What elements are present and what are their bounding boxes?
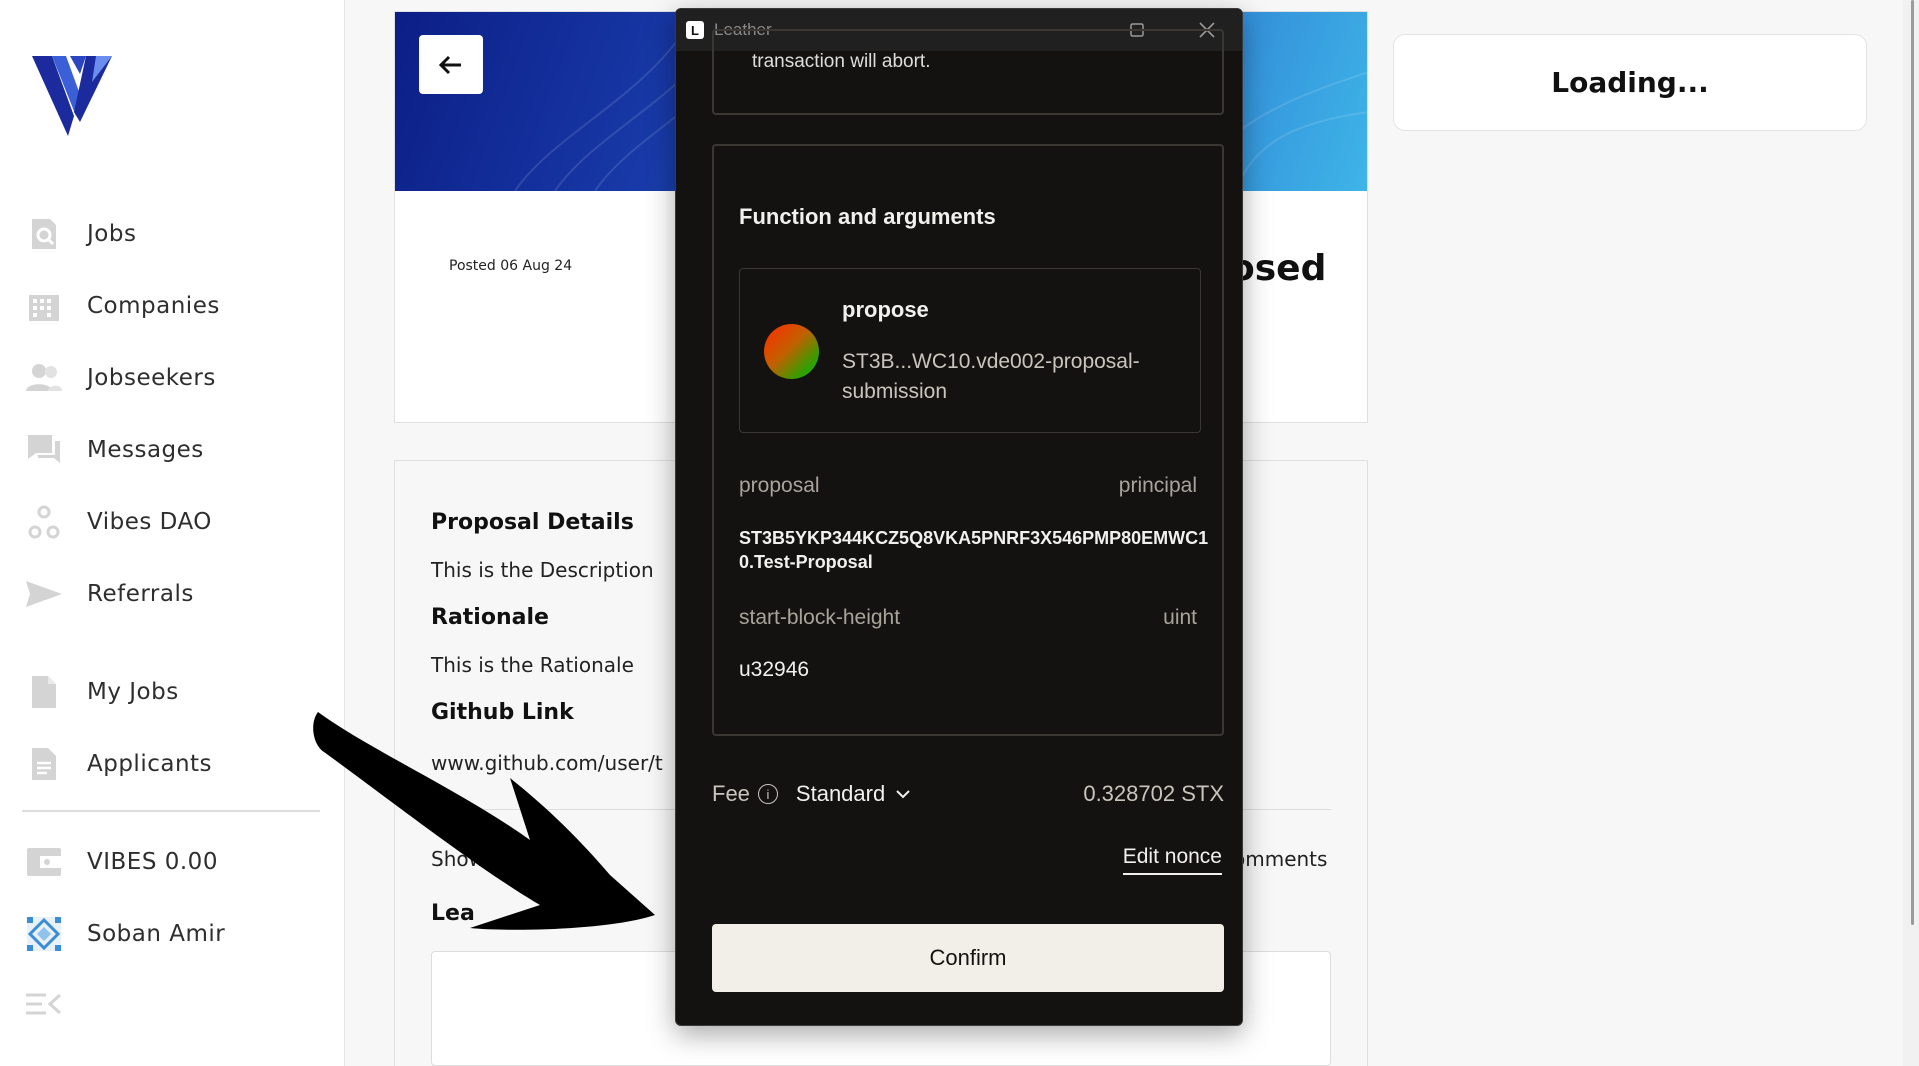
sidebar-item-referrals[interactable]: Referrals: [26, 572, 194, 616]
fee-amount: 0.328702 STX: [1083, 781, 1224, 806]
sidebar-item-profile[interactable]: Soban Amir: [26, 912, 225, 956]
arrow-left-icon: [439, 55, 461, 74]
rationale-heading: Rationale: [431, 605, 549, 630]
rationale-text: This is the Rationale: [431, 653, 634, 677]
edit-nonce-link[interactable]: Edit nonce: [1122, 845, 1222, 875]
document-icon: [26, 746, 62, 782]
proposal-details-heading: Proposal Details: [431, 510, 634, 535]
arg-value: ST3B5YKP344KCZ5Q8VKA5PNRF3X546PMP80EMWC1…: [739, 528, 1209, 572]
nodes-icon: [26, 504, 62, 540]
sidebar-item-applicants[interactable]: Applicants: [26, 742, 212, 786]
leather-app-icon: L: [686, 21, 704, 39]
sidebar-item-vibes-dao[interactable]: Vibes DAO: [26, 500, 212, 544]
function-arguments-box: Function and arguments propose ST3B...WC…: [712, 144, 1224, 736]
building-icon: [26, 288, 62, 324]
comments-count-text: Showing: [431, 847, 516, 871]
contract-avatar: [764, 324, 819, 379]
comments-label: omments: [1233, 847, 1328, 871]
sidebar-item-messages[interactable]: Messages: [26, 428, 204, 472]
search-document-icon: [26, 216, 62, 252]
function-call-card: propose ST3B...WC10.vde002-proposal-subm…: [739, 268, 1201, 433]
sidebar-item-label: Referrals: [87, 581, 194, 607]
people-icon: [26, 360, 62, 396]
leave-comment-heading: Lea: [431, 901, 475, 926]
info-icon[interactable]: i: [757, 784, 778, 804]
collapse-menu-icon: [26, 986, 62, 1022]
sidebar-item-label: Vibes DAO: [87, 509, 212, 535]
fee-type-dropdown[interactable]: Standard: [796, 781, 911, 807]
posted-date: Posted 06 Aug 24: [449, 258, 573, 274]
sidebar-item-wallet[interactable]: VIBES 0.00: [26, 840, 218, 884]
sidebar-item-label: Messages: [87, 437, 204, 463]
function-name: propose: [842, 297, 929, 322]
proposal-description: This is the Description: [431, 558, 654, 582]
sidebar-item-companies[interactable]: Companies: [26, 284, 220, 328]
loading-card: Loading...: [1393, 34, 1867, 131]
contract-identifier[interactable]: ST3B...WC10.vde002-proposal-submission: [842, 347, 1182, 407]
sidebar-item-jobs[interactable]: Jobs: [26, 212, 136, 256]
arg-name: proposal: [739, 474, 820, 497]
function-section-title: Function and arguments: [739, 204, 996, 229]
arg-type: principal: [1118, 474, 1197, 497]
sidebar: Jobs Companies Jobseekers Messages Vibes…: [0, 0, 345, 1066]
sidebar-item-label: Jobseekers: [87, 365, 216, 391]
job-title: osed: [1230, 248, 1327, 289]
wallet-icon: [26, 844, 62, 880]
file-icon: [26, 674, 62, 710]
github-heading: Github Link: [431, 700, 574, 725]
confirm-button[interactable]: Confirm: [712, 924, 1224, 992]
scrollbar-thumb[interactable]: [1911, 0, 1914, 925]
sidebar-item-label: Companies: [87, 293, 220, 319]
arg-value: u32946: [739, 658, 810, 681]
sidebar-item-my-jobs[interactable]: My Jobs: [26, 670, 179, 714]
previous-info-text: transaction will abort.: [752, 51, 931, 72]
brand-logo[interactable]: [30, 52, 114, 140]
fee-row: Fee i Standard 0.328702 STX: [712, 774, 1224, 814]
sidebar-item-label: Jobs: [87, 221, 137, 247]
fee-type-value: Standard: [795, 781, 886, 806]
github-link[interactable]: www.github.com/user/t: [431, 751, 663, 775]
chevron-down-icon: [896, 790, 910, 799]
previous-info-box: transaction will abort.: [712, 29, 1224, 115]
sidebar-divider: [22, 810, 320, 812]
collapse-menu-button[interactable]: [26, 982, 62, 1026]
back-button[interactable]: [419, 35, 483, 94]
sidebar-item-label: Soban Amir: [87, 921, 226, 947]
sidebar-item-label: My Jobs: [87, 679, 179, 705]
sidebar-item-jobseekers[interactable]: Jobseekers: [26, 356, 216, 400]
chat-icon: [26, 432, 62, 468]
arg-name: start-block-height: [739, 606, 901, 629]
sidebar-item-label: VIBES 0.00: [87, 849, 218, 875]
arg-type: uint: [1163, 606, 1197, 629]
send-icon: [26, 576, 62, 612]
fee-label: Fee: [712, 781, 750, 806]
sidebar-item-label: Applicants: [87, 751, 213, 777]
avatar-icon: [26, 916, 62, 952]
leather-wallet-window: L Leather transaction will abort. Functi…: [675, 8, 1243, 1026]
